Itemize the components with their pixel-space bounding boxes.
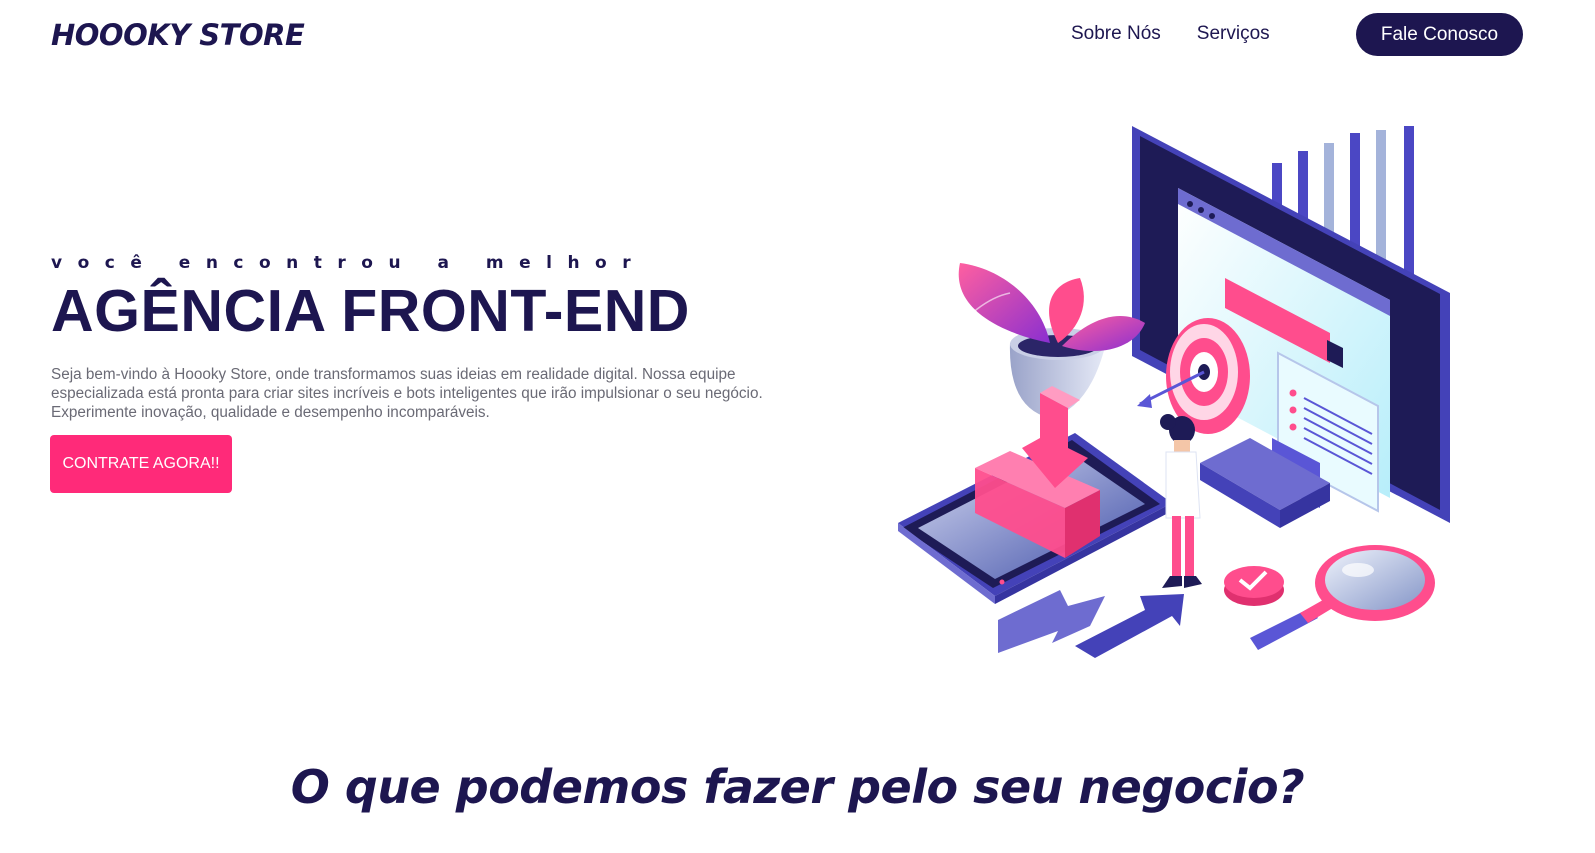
services-section-title: O que podemos fazer pelo seu negocio? bbox=[290, 760, 1305, 814]
contact-button[interactable]: Fale Conosco bbox=[1356, 13, 1523, 56]
exchange-arrows-graphic bbox=[998, 590, 1184, 658]
nav-link-sobre-nos[interactable]: Sobre Nós bbox=[1071, 23, 1161, 45]
cta-button[interactable]: CONTRATE AGORA!! bbox=[50, 435, 232, 493]
hero-intro: Seja bem-vindo à Hoooky Store, onde tran… bbox=[51, 366, 763, 421]
site-header: HOOOKY STORE Sobre Nós Serviços Fale Con… bbox=[0, 0, 1595, 72]
check-badge-graphic bbox=[1224, 566, 1284, 606]
person-graphic bbox=[1160, 414, 1202, 588]
hero-section: você encontrou a melhor AGÊNCIA FRONT-EN… bbox=[51, 253, 811, 422]
nav-link-servicos[interactable]: Serviços bbox=[1197, 23, 1270, 45]
logo[interactable]: HOOOKY STORE bbox=[51, 18, 305, 52]
main-nav: Sobre Nós Serviços bbox=[1071, 23, 1306, 45]
hero-illustration bbox=[890, 118, 1460, 673]
hero-headline: AGÊNCIA FRONT-END bbox=[51, 278, 690, 344]
hero-eyebrow: você encontrou a melhor bbox=[51, 253, 647, 273]
isometric-agency-illustration bbox=[898, 126, 1450, 658]
